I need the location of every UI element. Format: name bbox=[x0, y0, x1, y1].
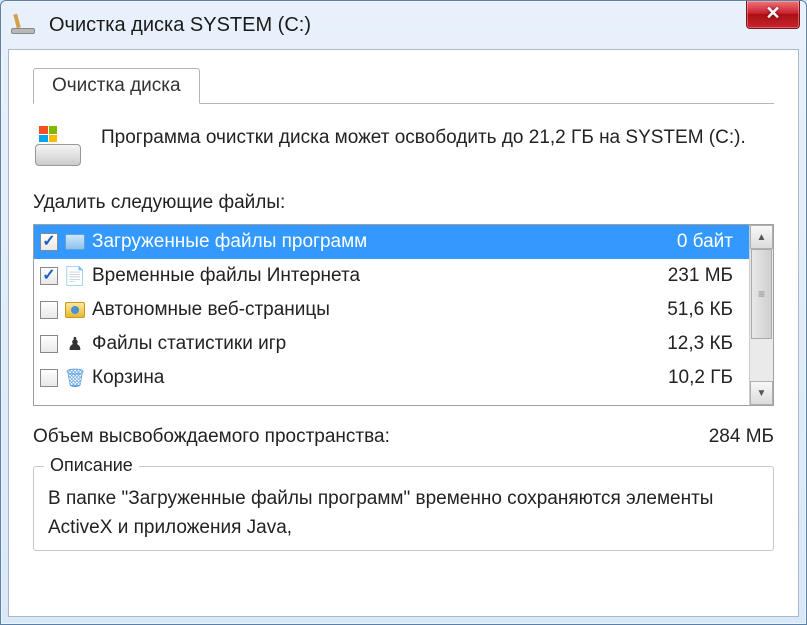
description-legend: Описание bbox=[44, 455, 139, 476]
tab-cleanup[interactable]: Очистка диска bbox=[33, 68, 200, 104]
info-text: Программа очистки диска может освободить… bbox=[101, 124, 746, 153]
file-checkbox[interactable] bbox=[40, 369, 58, 387]
info-row: Программа очистки диска может освободить… bbox=[33, 124, 774, 168]
scroll-track[interactable] bbox=[750, 249, 773, 381]
file-size: 51,6 КБ bbox=[667, 299, 743, 321]
scrollbar[interactable]: ▲ ▼ bbox=[749, 225, 773, 405]
file-checkbox[interactable] bbox=[40, 233, 58, 251]
file-list-row[interactable]: Загруженные файлы программ0 байт bbox=[34, 225, 749, 259]
summary-row: Объем высвобождаемого пространства: 284 … bbox=[33, 426, 774, 448]
web-folder-icon bbox=[65, 302, 85, 318]
file-size: 231 МБ bbox=[668, 265, 743, 287]
titlebar: Очистка диска SYSTEM (C:) ✕ bbox=[1, 1, 806, 49]
file-list-row[interactable]: 📄 Временные файлы Интернета231 МБ bbox=[34, 259, 749, 293]
recycle-bin-icon: 🗑 bbox=[64, 368, 87, 389]
file-checkbox[interactable] bbox=[40, 335, 58, 353]
window-title: Очистка диска SYSTEM (C:) bbox=[49, 14, 311, 37]
scroll-down-button[interactable]: ▼ bbox=[750, 381, 773, 405]
disk-cleanup-window: Очистка диска SYSTEM (C:) ✕ Очистка диск… bbox=[0, 0, 807, 625]
scroll-thumb[interactable] bbox=[751, 249, 772, 339]
file-label: Автономные веб-страницы bbox=[92, 299, 667, 321]
file-list-row[interactable]: ♟ Файлы статистики игр12,3 КБ bbox=[34, 327, 749, 361]
description-text: В папке "Загруженные файлы программ" вре… bbox=[48, 485, 759, 542]
summary-value: 284 МБ bbox=[709, 426, 774, 448]
file-size: 0 байт bbox=[677, 231, 743, 253]
file-list: Загруженные файлы программ0 байт 📄 Временн… bbox=[33, 224, 774, 406]
drive-icon bbox=[33, 124, 85, 168]
summary-label: Объем высвобождаемого пространства: bbox=[33, 426, 390, 448]
file-label: Файлы статистики игр bbox=[92, 333, 667, 355]
file-checkbox[interactable] bbox=[40, 301, 58, 319]
folder-icon bbox=[65, 234, 85, 250]
file-checkbox[interactable] bbox=[40, 267, 58, 285]
scroll-up-button[interactable]: ▲ bbox=[750, 225, 773, 249]
close-button[interactable]: ✕ bbox=[746, 1, 800, 29]
file-list-row[interactable]: 🗑Корзина10,2 ГБ bbox=[34, 361, 749, 395]
file-label: Загруженные файлы программ bbox=[92, 231, 677, 253]
tab-strip: Очистка диска bbox=[33, 68, 774, 104]
file-label: Временные файлы Интернета bbox=[92, 265, 668, 287]
chess-icon: ♟ bbox=[67, 334, 83, 355]
file-label: Корзина bbox=[92, 367, 668, 389]
dialog-content: Очистка диска Программа очистки диска мо… bbox=[8, 49, 799, 617]
ie-file-icon: 📄 bbox=[64, 266, 86, 287]
file-size: 10,2 ГБ bbox=[668, 367, 743, 389]
list-label: Удалить следующие файлы: bbox=[33, 192, 774, 214]
file-size: 12,3 КБ bbox=[667, 333, 743, 355]
file-list-body[interactable]: Загруженные файлы программ0 байт 📄 Временн… bbox=[34, 225, 749, 405]
disk-cleanup-icon bbox=[11, 14, 39, 36]
description-group: Описание В папке "Загруженные файлы прог… bbox=[33, 466, 774, 551]
file-list-row[interactable]: Автономные веб-страницы51,6 КБ bbox=[34, 293, 749, 327]
